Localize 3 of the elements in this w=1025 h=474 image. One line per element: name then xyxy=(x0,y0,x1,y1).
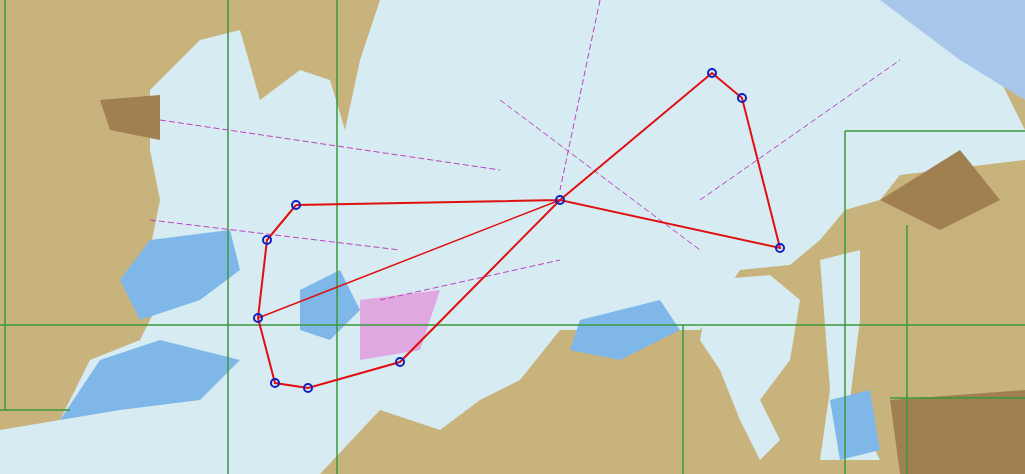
built-up-area xyxy=(100,95,160,140)
shallow-area xyxy=(300,270,360,340)
shallow-area xyxy=(830,390,880,460)
